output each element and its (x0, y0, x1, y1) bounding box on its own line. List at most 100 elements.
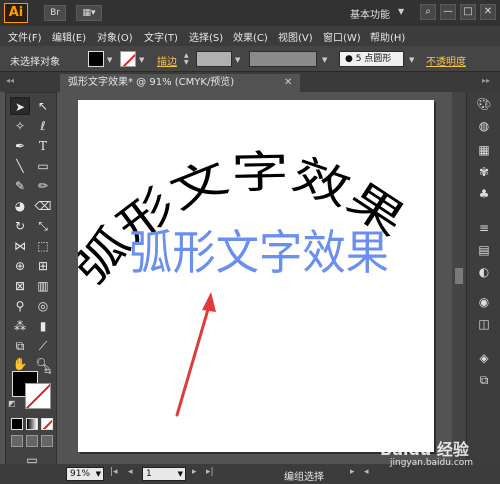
rotate-tool-icon[interactable]: ↻ (10, 217, 30, 235)
mesh-tool-icon[interactable]: ⊠ (10, 277, 30, 295)
symbols-panel-icon[interactable]: ♣ (475, 186, 493, 202)
draw-behind-icon[interactable] (26, 435, 38, 447)
rectangle-tool-icon[interactable]: ▭ (33, 157, 53, 175)
menu-edit[interactable]: 编辑(E) (52, 29, 86, 44)
artboard[interactable]: 弧形文字效果 弧形文字效果 (64, 100, 434, 452)
chevron-down-icon[interactable]: ▼ (178, 468, 183, 480)
selection-tool-icon[interactable]: ➤ (10, 97, 30, 115)
menu-bar: 文件(F) 编辑(E) 对象(O) 文字(T) 选择(S) 效果(C) 视图(V… (0, 26, 500, 46)
first-artboard-icon[interactable]: |◂ (110, 467, 118, 477)
chevron-down-icon[interactable]: ▼ (398, 7, 404, 16)
expand-icon[interactable]: ▸▸ (482, 76, 490, 85)
artboard-tool-icon[interactable]: ⧉ (10, 337, 30, 355)
previous-artboard-icon[interactable]: ◂ (128, 467, 133, 477)
pencil-tool-icon[interactable]: ✏ (33, 177, 53, 195)
appearance-panel-icon[interactable]: ◉ (475, 294, 493, 310)
arrange-documents-button[interactable]: ▦▾ (76, 5, 102, 21)
color-panel-icon[interactable]: 🎨︎ (475, 96, 493, 112)
straight-text[interactable]: 弧形文字效果 (129, 226, 389, 281)
zoom-level-field[interactable]: 91% ▼ (66, 467, 104, 481)
color-guide-icon[interactable]: ◍ (475, 118, 493, 134)
gradient-panel-icon[interactable]: ▤ (475, 242, 493, 258)
color-mode-icon[interactable] (11, 418, 23, 430)
menu-window[interactable]: 窗口(W) (323, 29, 361, 44)
scroll-left-icon[interactable]: ◂ (364, 467, 369, 477)
paintbrush-tool-icon[interactable]: ✎ (10, 177, 30, 195)
eraser-tool-icon[interactable]: ⌫ (33, 197, 53, 215)
draw-normal-icon[interactable] (11, 435, 23, 447)
column-graph-tool-icon[interactable]: ▮ (33, 317, 53, 335)
gradient-tool-icon[interactable]: ▥ (33, 277, 53, 295)
close-button[interactable]: ✕ (480, 4, 496, 20)
menu-file[interactable]: 文件(F) (8, 29, 42, 44)
last-artboard-icon[interactable]: ▸| (206, 467, 214, 477)
stroke-panel-icon[interactable]: ≡ (475, 220, 493, 236)
chevron-down-icon[interactable]: ▼ (96, 468, 101, 480)
opacity-label[interactable]: 不透明度 (426, 53, 466, 68)
magic-wand-tool-icon[interactable]: ✧ (10, 117, 30, 135)
transparency-panel-icon[interactable]: ◐ (475, 264, 493, 280)
type-tool-icon[interactable]: T (33, 137, 53, 155)
eyedropper-tool-icon[interactable]: ⚲ (10, 297, 30, 315)
direct-selection-tool-icon[interactable]: ↖ (33, 97, 53, 115)
search-icon[interactable]: ⌕ (420, 4, 436, 20)
document-tab[interactable]: 弧形文字效果* @ 91% (CMYK/预览) ✕ (60, 74, 300, 92)
menu-help[interactable]: 帮助(H) (370, 29, 405, 44)
chevron-down-icon[interactable]: ▼ (235, 56, 240, 64)
gradient-mode-icon[interactable] (26, 418, 38, 430)
line-tool-icon[interactable]: ╲ (10, 157, 30, 175)
chevron-down-icon[interactable]: ▼ (107, 56, 112, 64)
stroke-label[interactable]: 描边 (157, 53, 177, 68)
stroke-weight-stepper[interactable]: ▲ ▼ (184, 52, 192, 66)
maximize-button[interactable]: □ (460, 4, 476, 20)
vertical-scrollbar[interactable] (452, 92, 466, 464)
chevron-down-icon[interactable]: ▼ (409, 56, 414, 64)
scale-tool-icon[interactable]: ⤡ (33, 217, 53, 235)
close-icon[interactable]: ✕ (284, 74, 292, 92)
free-transform-tool-icon[interactable]: ⬚ (33, 237, 53, 255)
canvas-area[interactable]: 弧形文字效果 弧形文字效果 (62, 92, 452, 464)
menu-object[interactable]: 对象(O) (97, 29, 133, 44)
none-mode-icon[interactable] (41, 418, 53, 430)
default-colors-icon[interactable]: ◩ (8, 399, 16, 408)
variable-width-profile[interactable] (249, 51, 317, 67)
symbol-sprayer-tool-icon[interactable]: ⁂ (10, 317, 30, 335)
selection-status: 未选择对象 (10, 57, 60, 68)
artboards-panel-icon[interactable]: ⧉ (475, 372, 493, 388)
brush-definition[interactable]: ● 5 点圆形 (339, 51, 404, 67)
layers-panel-icon[interactable]: ◈ (475, 350, 493, 366)
fill-color-swatch[interactable] (88, 51, 104, 67)
bridge-button[interactable]: Br (44, 5, 66, 21)
status-text: 编组选择 (284, 472, 324, 483)
next-artboard-icon[interactable]: ▸ (192, 467, 197, 477)
scrollbar-thumb[interactable] (455, 268, 463, 284)
pen-tool-icon[interactable]: ✒ (10, 137, 30, 155)
menu-type[interactable]: 文字(T) (144, 29, 178, 44)
artboard-number-field[interactable]: 1 ▼ (142, 467, 186, 481)
blend-tool-icon[interactable]: ◎ (33, 297, 53, 315)
stroke-color-box[interactable] (25, 383, 51, 409)
menu-view[interactable]: 视图(V) (278, 29, 313, 44)
chevron-down-icon[interactable]: ▼ (322, 56, 327, 64)
stroke-weight-input[interactable] (196, 51, 232, 67)
brushes-panel-icon[interactable]: ✾ (475, 164, 493, 180)
swatches-panel-icon[interactable]: ▦ (475, 142, 493, 158)
swap-colors-icon[interactable]: ⇆ (44, 367, 52, 377)
shape-builder-tool-icon[interactable]: ⊕ (10, 257, 30, 275)
graphic-styles-panel-icon[interactable]: ◫ (475, 316, 493, 332)
menu-effect[interactable]: 效果(C) (233, 29, 268, 44)
status-menu-icon[interactable]: ▸ (350, 467, 355, 477)
minimize-button[interactable]: — (440, 4, 456, 20)
draw-inside-icon[interactable] (41, 435, 53, 447)
width-tool-icon[interactable]: ⋈ (10, 237, 30, 255)
lasso-tool-icon[interactable]: ℓ (33, 117, 53, 135)
workspace-switcher[interactable]: 基本功能 (350, 6, 390, 21)
menu-select[interactable]: 选择(S) (189, 29, 223, 44)
chevron-down-icon[interactable]: ▼ (139, 56, 144, 64)
stroke-color-swatch[interactable] (120, 51, 136, 67)
app-logo: Ai (4, 3, 28, 23)
perspective-grid-tool-icon[interactable]: ⊞ (33, 257, 53, 275)
collapse-icon[interactable]: ◂◂ (6, 76, 14, 85)
slice-tool-icon[interactable]: ⟋ (33, 337, 53, 355)
blob-brush-tool-icon[interactable]: ◕ (10, 197, 30, 215)
